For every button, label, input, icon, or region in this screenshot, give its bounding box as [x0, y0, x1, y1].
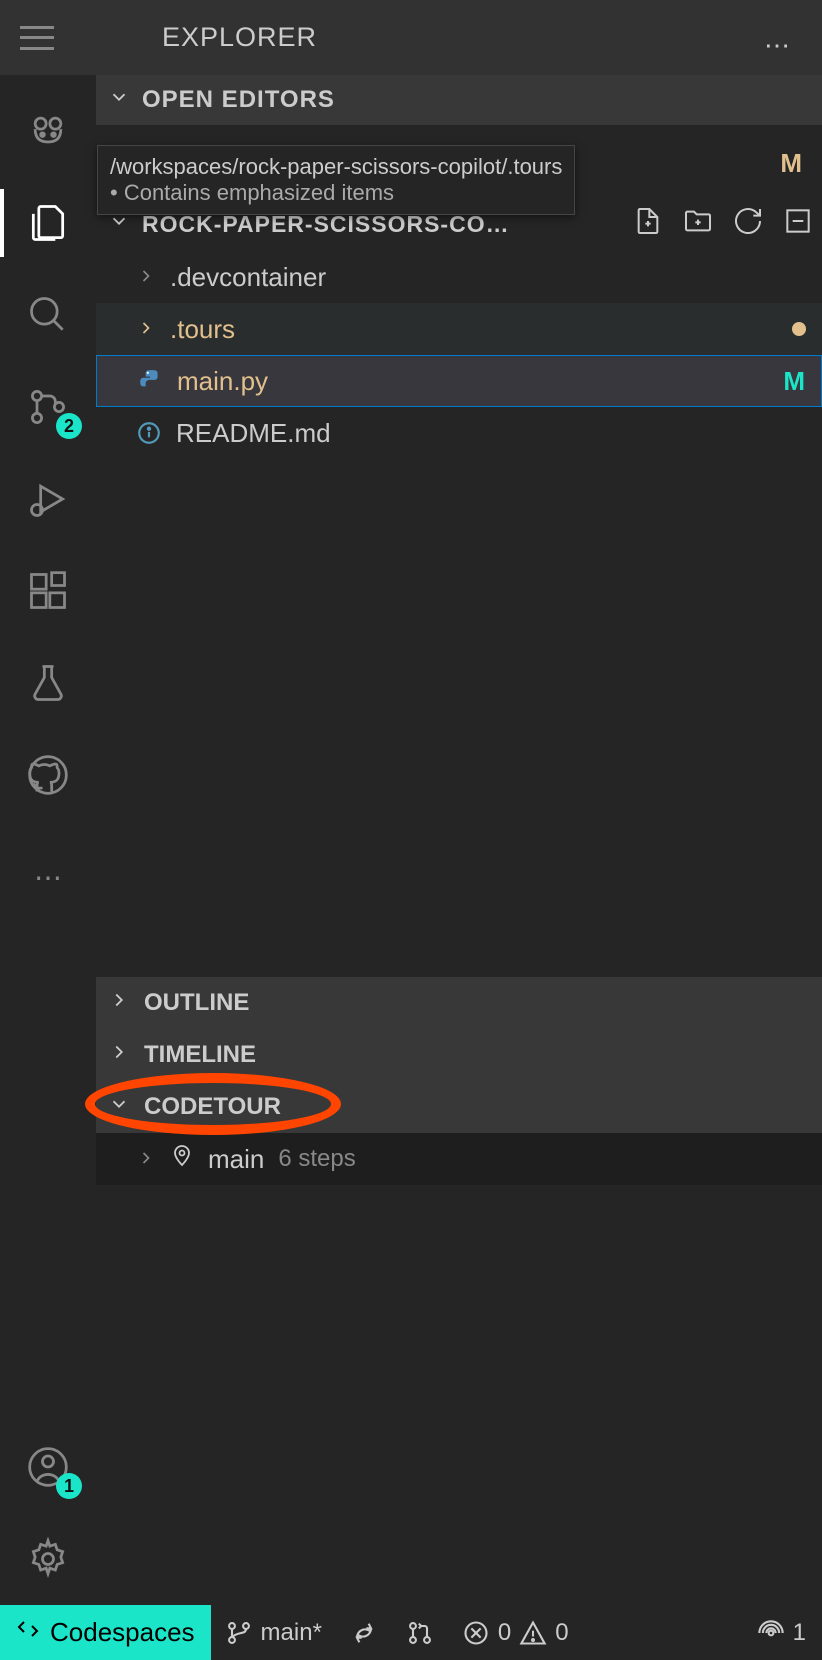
python-file-icon [137, 368, 163, 394]
section-label: TIMELINE [144, 1041, 256, 1069]
more-actions-icon[interactable]: ⋯ [764, 30, 792, 61]
open-editors-section[interactable]: OPEN EDITORS [96, 75, 822, 125]
folder-devcontainer[interactable]: .devcontainer [96, 251, 822, 303]
copilot-icon[interactable] [22, 105, 74, 157]
status-sync[interactable] [336, 1619, 392, 1647]
search-icon[interactable] [22, 289, 74, 341]
tour-steps: 6 steps [278, 1145, 355, 1173]
status-codespaces[interactable]: Codespaces [0, 1605, 211, 1660]
chevron-right-icon [136, 1144, 156, 1175]
explorer-icon[interactable] [22, 197, 74, 249]
outline-section[interactable]: OUTLINE [96, 977, 822, 1029]
status-problems[interactable]: 0 0 [448, 1619, 583, 1647]
extensions-icon[interactable] [22, 565, 74, 617]
modified-badge: M [780, 148, 802, 179]
panel-title: EXPLORER [162, 22, 317, 53]
chevron-right-icon [108, 989, 130, 1018]
new-folder-icon[interactable] [682, 205, 714, 243]
source-control-badge: 2 [56, 413, 82, 439]
tour-name: main [208, 1144, 264, 1175]
tooltip-note: • Contains emphasized items [110, 180, 562, 206]
error-count: 0 [498, 1619, 511, 1647]
refresh-icon[interactable] [732, 205, 764, 243]
remote-icon [16, 1617, 40, 1648]
modified-badge: M [783, 366, 805, 397]
status-pr[interactable] [392, 1619, 448, 1647]
activity-bar: 2 ⋯ 1 [0, 75, 96, 1605]
new-file-icon[interactable] [632, 205, 664, 243]
tooltip-path: /workspaces/rock-paper-scissors-copilot/… [110, 154, 562, 180]
chevron-down-icon [108, 1093, 130, 1122]
account-badge: 1 [56, 1473, 82, 1499]
section-label: OPEN EDITORS [142, 86, 335, 114]
source-control-icon[interactable]: 2 [22, 381, 74, 433]
map-pin-icon [170, 1144, 194, 1175]
file-label: README.md [176, 418, 331, 449]
status-ports[interactable]: 1 [743, 1619, 822, 1647]
status-branch[interactable]: main* [211, 1619, 336, 1647]
file-label: main.py [177, 366, 268, 397]
timeline-section[interactable]: TIMELINE [96, 1029, 822, 1081]
section-label: OUTLINE [144, 989, 249, 1017]
status-bar: Codespaces main* 0 0 1 [0, 1605, 822, 1660]
hamburger-menu-icon[interactable] [20, 26, 54, 50]
branch-name: main* [261, 1619, 322, 1647]
ports-count: 1 [793, 1619, 806, 1647]
chevron-right-icon [136, 262, 156, 293]
folder-label: .tours [170, 314, 235, 345]
collapse-icon[interactable] [782, 205, 814, 243]
github-icon[interactable] [22, 749, 74, 801]
section-label: CODETOUR [144, 1093, 281, 1121]
chevron-right-icon [108, 1041, 130, 1070]
file-main-py[interactable]: main.py M [96, 355, 822, 407]
modified-dot-icon [792, 322, 806, 336]
account-icon[interactable]: 1 [22, 1441, 74, 1493]
codespaces-label: Codespaces [50, 1617, 195, 1648]
settings-gear-icon[interactable] [22, 1533, 74, 1585]
folder-label: .devcontainer [170, 262, 326, 293]
warning-count: 0 [555, 1619, 568, 1647]
codetour-item[interactable]: main 6 steps [96, 1133, 822, 1185]
chevron-down-icon [108, 86, 130, 115]
tooltip: /workspaces/rock-paper-scissors-copilot/… [97, 145, 575, 215]
info-file-icon [136, 420, 162, 446]
testing-icon[interactable] [22, 657, 74, 709]
file-readme[interactable]: README.md [96, 407, 822, 459]
overflow-icon[interactable]: ⋯ [22, 851, 74, 903]
titlebar: EXPLORER ⋯ [0, 0, 822, 75]
explorer-sidebar: OPEN EDITORS M ROCK-PAPER-SCISSORS-COPI…… [96, 75, 822, 1605]
codetour-section[interactable]: CODETOUR [96, 1081, 822, 1133]
run-debug-icon[interactable] [22, 473, 74, 525]
folder-tours[interactable]: .tours [96, 303, 822, 355]
chevron-right-icon [136, 314, 156, 345]
